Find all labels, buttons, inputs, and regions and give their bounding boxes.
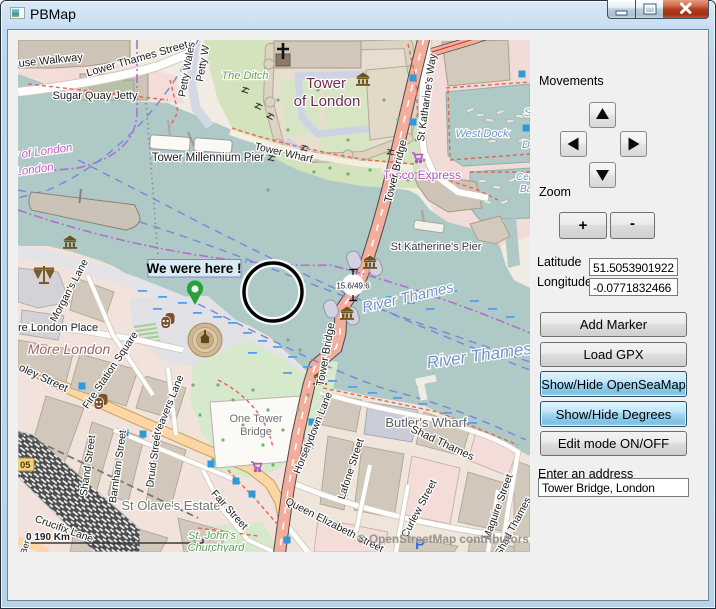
- svg-text:The Ditch: The Ditch: [221, 70, 268, 82]
- svg-text:of London: of London: [294, 93, 361, 110]
- svg-text:Tower: Tower: [306, 75, 346, 92]
- svg-text:More London: More London: [28, 341, 111, 357]
- svg-text:Bridge: Bridge: [240, 426, 272, 438]
- svg-text:re London Place: re London Place: [18, 322, 98, 334]
- svg-text:0 190 Km: 0 190 Km: [26, 532, 70, 543]
- svg-text:Butler's Wharf: Butler's Wharf: [385, 415, 467, 430]
- svg-text:© OpenStreetMap contributors: © OpenStreetMap contributors: [357, 532, 529, 546]
- svg-text:One Tower: One Tower: [230, 413, 283, 425]
- svg-text:Churchyard: Churchyard: [188, 542, 246, 552]
- svg-text:West Dock: West Dock: [456, 128, 509, 140]
- svg-text:15.6/49.6: 15.6/49.6: [336, 282, 370, 291]
- svg-text:Tower Millennium Pier: Tower Millennium Pier: [152, 152, 265, 164]
- svg-text:Sugar Quay Jetty: Sugar Quay Jetty: [53, 90, 138, 102]
- svg-text:05: 05: [20, 460, 31, 471]
- svg-text:St Ka: St Ka: [524, 107, 530, 119]
- svg-text:St Olave's Estate: St Olave's Estate: [121, 498, 220, 513]
- svg-text:St Katherine's Pier: St Katherine's Pier: [391, 241, 482, 253]
- svg-text:Ba: Ba: [520, 184, 530, 195]
- svg-text:We were here !: We were here !: [146, 261, 241, 276]
- svg-text:Cent: Cent: [516, 172, 530, 183]
- svg-text:Do: Do: [522, 139, 530, 151]
- svg-text:St. John's: St. John's: [188, 530, 236, 542]
